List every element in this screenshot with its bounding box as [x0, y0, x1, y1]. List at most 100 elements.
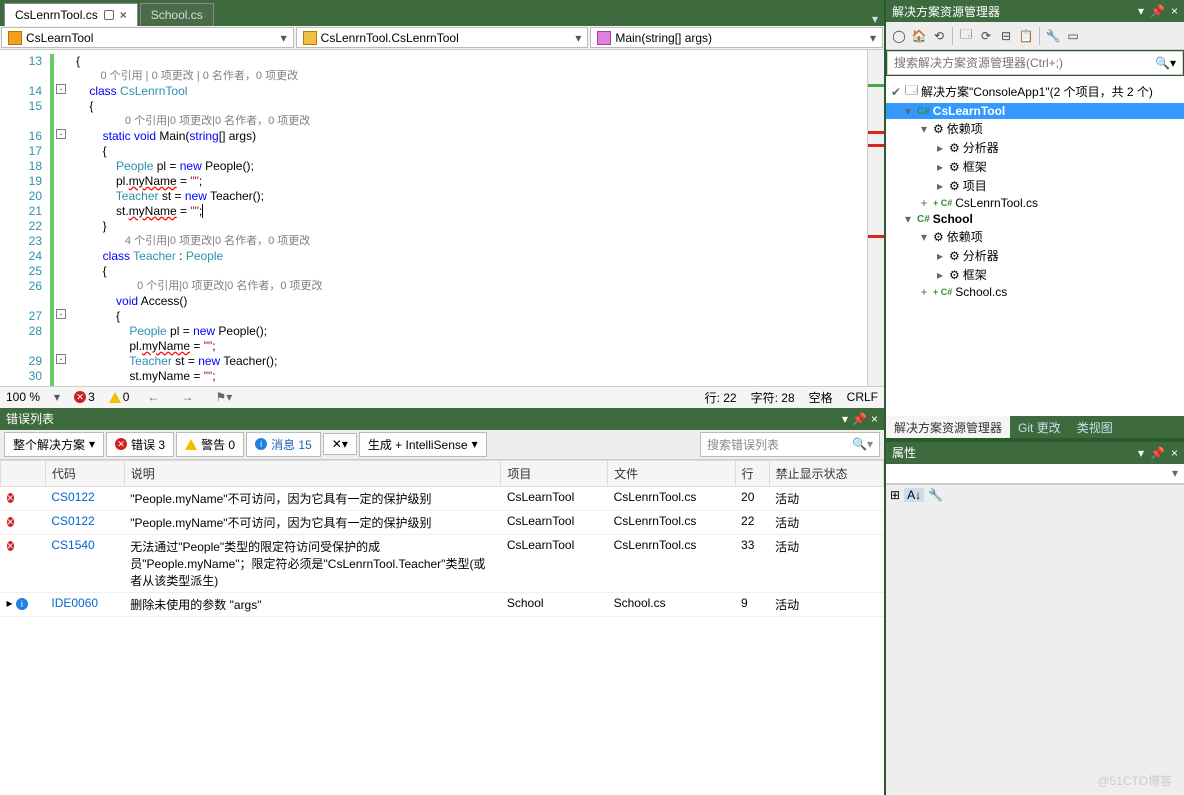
csharp-icon — [8, 31, 22, 45]
solution-icon: 🗔 — [905, 81, 918, 102]
tree-node[interactable]: ▸⚙框架 — [886, 265, 1184, 284]
search-icon: 🔍▾ — [1155, 56, 1176, 70]
properties-dropdown[interactable]: ▾ — [886, 464, 1184, 484]
errorlist-header: 错误列表 ▾ 📌 × — [0, 408, 884, 430]
back-icon[interactable]: ◯ — [890, 27, 908, 45]
nav-method[interactable]: Main(string[] args)▾ — [590, 27, 883, 48]
tree-node[interactable]: ▾⚙依赖项 — [886, 227, 1184, 246]
tree-node[interactable]: ▾C#School — [886, 211, 1184, 227]
categorize-icon[interactable]: ⊞ — [890, 488, 900, 502]
tab-active[interactable]: CsLenrnTool.cs × — [4, 3, 138, 26]
pin-icon[interactable]: 📌 — [1150, 4, 1165, 18]
solution-toolbar: ◯ 🏠 ⟲ 🗔 ⟳ ⊟ 📋 🔧 ▭ — [886, 22, 1184, 50]
panel-tab[interactable]: 解决方案资源管理器 — [886, 416, 1010, 438]
error-row[interactable]: ✕CS0122"People.myName"不可访问，因为它具有一定的保护级别C… — [1, 486, 884, 510]
tree-node[interactable]: ▾⚙依赖项 — [886, 119, 1184, 138]
solution-bottom-tabs: 解决方案资源管理器Git 更改类视图 — [886, 416, 1184, 438]
errors-filter[interactable]: ✕错误 3 — [106, 432, 174, 457]
vertical-scrollbar[interactable] — [867, 50, 884, 386]
panel-title: 错误列表 — [6, 410, 54, 427]
search-input[interactable] — [894, 56, 1155, 70]
indent-mode[interactable]: 空格 — [809, 389, 833, 406]
errorlist-col[interactable]: 代码 — [45, 460, 124, 486]
fold-column: ---- — [56, 50, 70, 386]
tree-node[interactable]: ++ C#CsLenrnTool.cs — [886, 195, 1184, 211]
errorlist-col[interactable] — [1, 460, 46, 486]
errorlist-col[interactable]: 行 — [735, 460, 769, 486]
nav-fwd-icon[interactable]: → — [177, 390, 197, 404]
close-icon[interactable]: × — [120, 8, 127, 22]
tree-node[interactable]: ▸⚙分析器 — [886, 138, 1184, 157]
tree-node[interactable]: ++ C#School.cs — [886, 284, 1184, 300]
tab-inactive[interactable]: School.cs — [140, 3, 214, 26]
pin-icon[interactable] — [104, 10, 114, 20]
code-editor[interactable]: 13 1415 1617181920212223242526 2728 2930… — [0, 50, 884, 386]
class-icon — [303, 31, 317, 45]
warning-count[interactable]: 0 — [109, 390, 130, 404]
close-icon[interactable]: × — [1171, 446, 1178, 460]
sort-icon[interactable]: A↓ — [904, 488, 924, 502]
messages-filter[interactable]: i消息 15 — [246, 432, 321, 457]
solution-explorer-header: 解决方案资源管理器 ▾ 📌 × — [886, 0, 1184, 22]
solution-search[interactable]: 🔍▾ — [887, 51, 1183, 75]
editor-statusbar: 100 %▾ ✕ 3 0 ← → ⚑▾ 行: 22 字符: 28 空格 CRLF — [0, 386, 884, 408]
warnings-filter[interactable]: 警告 0 — [176, 432, 244, 457]
solution-root[interactable]: ✔🗔 解决方案"ConsoleApp1"(2 个项目，共 2 个) — [886, 80, 1184, 103]
pin-icon[interactable]: 📌 — [852, 412, 867, 426]
errorlist-toolbar: 整个解决方案 ▾ ✕错误 3 警告 0 i消息 15 ✕▾ 生成 + Intel… — [0, 430, 884, 460]
error-grid[interactable]: 代码说明项目文件行禁止显示状态✕CS0122"People.myName"不可访… — [0, 460, 884, 795]
errorlist-col[interactable]: 项目 — [501, 460, 608, 486]
properties-icon[interactable]: 🔧 — [1044, 27, 1062, 45]
tree-node[interactable]: ▸⚙项目 — [886, 176, 1184, 195]
errorlist-search[interactable]: 搜索错误列表🔍▾ — [700, 432, 880, 457]
sync-icon[interactable]: ⟲ — [930, 27, 948, 45]
showall-icon[interactable]: 📋 — [1017, 27, 1035, 45]
solution-tree[interactable]: ✔🗔 解决方案"ConsoleApp1"(2 个项目，共 2 个) ▾C#CsL… — [886, 76, 1184, 416]
wrench-icon[interactable]: 🔧 — [928, 488, 943, 502]
scope-icon[interactable]: 🗔 — [957, 27, 975, 45]
clear-filter-icon[interactable]: ✕▾ — [323, 433, 357, 455]
error-count[interactable]: ✕ 3 — [74, 390, 95, 404]
chevron-down-icon: ▾ — [281, 31, 287, 45]
zoom-level[interactable]: 100 % — [6, 390, 40, 404]
nav-project[interactable]: CsLearnTool▾ — [1, 27, 294, 48]
dropdown-icon[interactable]: ▾ — [1138, 4, 1144, 18]
refresh-icon[interactable]: ⟳ — [977, 27, 995, 45]
eol-mode[interactable]: CRLF — [847, 390, 878, 404]
scope-dropdown[interactable]: 整个解决方案 ▾ — [4, 432, 104, 457]
pin-icon[interactable]: 📌 — [1150, 446, 1165, 460]
tree-node[interactable]: ▸⚙分析器 — [886, 246, 1184, 265]
errorlist-col[interactable]: 说明 — [124, 460, 501, 486]
line-numbers: 13 1415 1617181920212223242526 2728 2930… — [0, 50, 50, 386]
panel-title: 解决方案资源管理器 — [892, 3, 1000, 20]
file-tabs: CsLenrnTool.cs × School.cs ▾ — [0, 0, 884, 26]
flag-icon[interactable]: ⚑▾ — [211, 390, 236, 404]
error-row[interactable]: ▸ iIDE0060删除未使用的参数 "args"SchoolSchool.cs… — [1, 592, 884, 616]
tree-node[interactable]: ▸⚙框架 — [886, 157, 1184, 176]
tree-node[interactable]: ▾C#CsLearnTool — [886, 103, 1184, 119]
error-row[interactable]: ✕CS0122"People.myName"不可访问，因为它具有一定的保护级别C… — [1, 510, 884, 534]
preview-icon[interactable]: ▭ — [1064, 27, 1082, 45]
dropdown-icon[interactable]: ▾ — [1138, 446, 1144, 460]
home-icon[interactable]: 🏠 — [910, 27, 928, 45]
errorlist-col[interactable]: 禁止显示状态 — [769, 460, 883, 486]
panel-tab[interactable]: 类视图 — [1069, 416, 1121, 438]
code-area[interactable]: { 0 个引用 | 0 项更改 | 0 名作者，0 项更改 class CsLe… — [70, 50, 867, 386]
close-icon[interactable]: × — [1171, 4, 1178, 18]
close-icon[interactable]: × — [871, 412, 878, 426]
properties-panel: ▾ ⊞ A↓ 🔧 — [886, 464, 1184, 795]
nav-dropdowns: CsLearnTool▾ CsLenrnTool.CsLenrnTool▾ Ma… — [0, 26, 884, 50]
collapse-icon[interactable]: ⊟ — [997, 27, 1015, 45]
error-row[interactable]: ✕CS1540无法通过"People"类型的限定符访问受保护的成员"People… — [1, 534, 884, 592]
panel-tab[interactable]: Git 更改 — [1010, 416, 1069, 438]
cursor-line: 行: 22 — [705, 389, 737, 406]
properties-header: 属性 ▾ 📌 × — [886, 442, 1184, 464]
nav-back-icon[interactable]: ← — [143, 390, 163, 404]
dropdown-icon[interactable]: ▾ — [842, 412, 848, 426]
build-filter[interactable]: 生成 + IntelliSense ▾ — [359, 432, 487, 457]
panel-title: 属性 — [892, 444, 916, 461]
method-icon — [597, 31, 611, 45]
errorlist-col[interactable]: 文件 — [608, 460, 735, 486]
nav-class[interactable]: CsLenrnTool.CsLenrnTool▾ — [296, 27, 589, 48]
tab-dropdown-icon[interactable]: ▾ — [866, 12, 884, 26]
